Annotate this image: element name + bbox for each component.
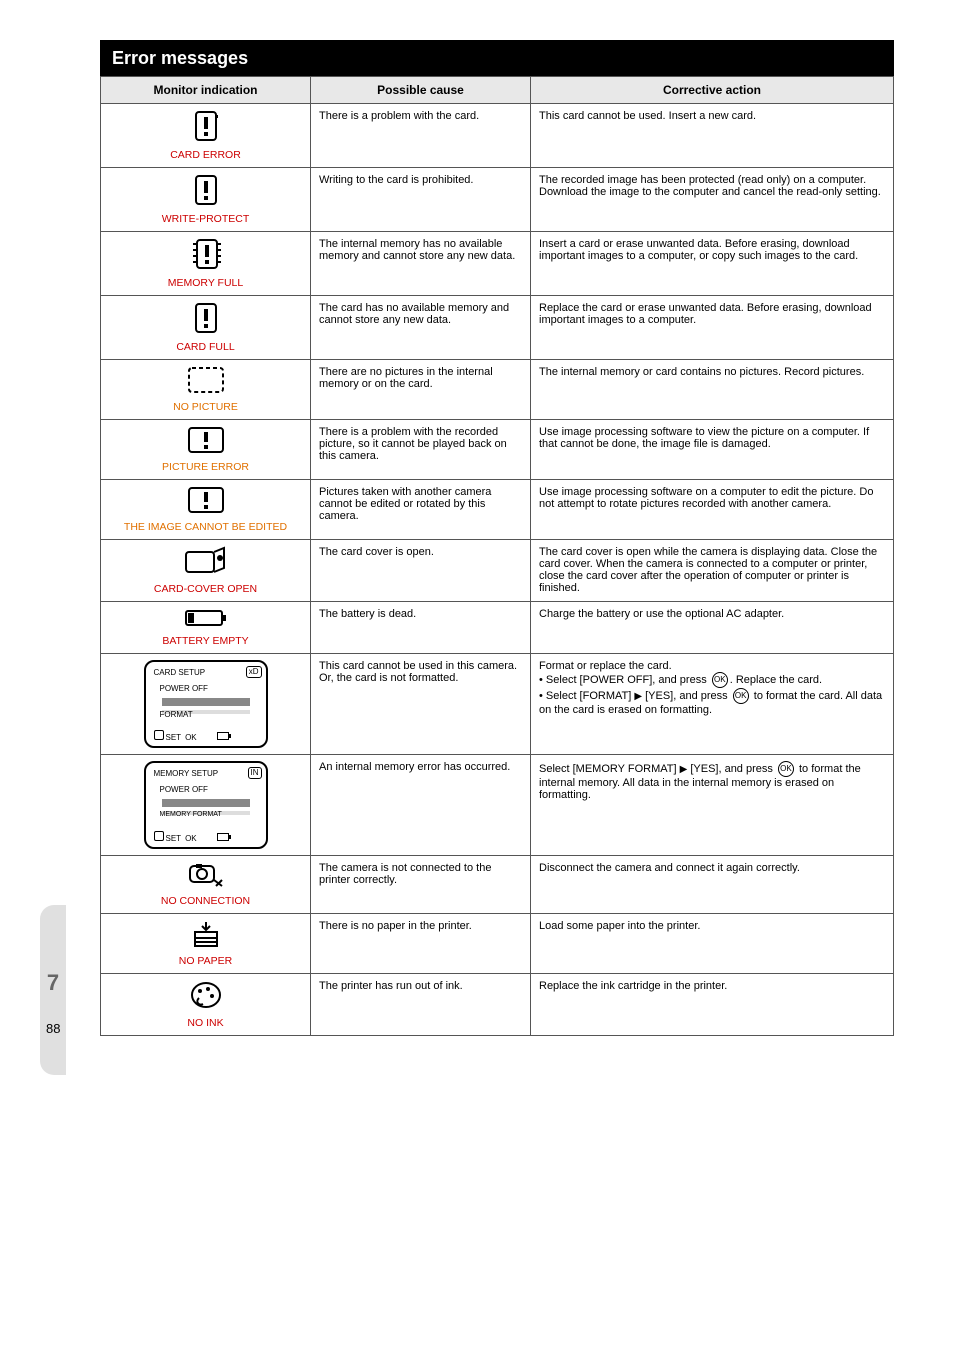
action-text: [YES], and press: [687, 763, 776, 775]
table-row: NO PAPER There is no paper in the printe…: [101, 914, 894, 974]
indicator-label: NO PAPER: [109, 955, 302, 967]
table-row: CARD FULL The card has no available memo…: [101, 296, 894, 360]
cause-cell: The internal memory has no available mem…: [311, 232, 531, 296]
cause-cell: The card has no available memory and can…: [311, 296, 531, 360]
indicator-label: WRITE-PROTECT: [109, 213, 302, 225]
action-cell: Replace the card or erase unwanted data.…: [531, 296, 894, 360]
no-picture-icon: [187, 366, 225, 397]
indicator-label: CARD ERROR: [109, 149, 302, 161]
action-text: Select [FORMAT]: [546, 690, 634, 702]
cause-cell: There is a problem with the card.: [311, 104, 531, 168]
table-row: CARD-COVER OPEN The card cover is open. …: [101, 540, 894, 602]
table-row: IN MEMORY SETUP POWER OFF MEMORY FORMAT …: [101, 755, 894, 856]
action-cell: The card cover is open while the camera …: [531, 540, 894, 602]
action-cell: This card cannot be used. Insert a new c…: [531, 104, 894, 168]
section-title: Error messages: [112, 48, 248, 68]
indicator-label: CARD-COVER OPEN: [109, 583, 302, 595]
action-cell: Use image processing software on a compu…: [531, 480, 894, 540]
action-cell: Insert a card or erase unwanted data. Be…: [531, 232, 894, 296]
indicator-label: NO PICTURE: [109, 401, 302, 413]
indicator-label: THE IMAGE CANNOT BE EDITED: [109, 521, 302, 533]
table-row: NO PICTURE There are no pictures in the …: [101, 360, 894, 420]
action-cell: Load some paper into the printer.: [531, 914, 894, 974]
ok-button-icon: OK: [733, 688, 749, 704]
indicator-label: NO CONNECTION: [109, 895, 302, 907]
table-row: THE IMAGE CANNOT BE EDITED Pictures take…: [101, 480, 894, 540]
no-paper-icon: [191, 920, 221, 951]
cause-cell: This card cannot be used in this camera.…: [311, 654, 531, 755]
ok-button-icon: OK: [778, 761, 794, 777]
table-row: NO INK The printer has run out of ink. R…: [101, 974, 894, 1036]
table-row: WRITE-PROTECT Writing to the card is pro…: [101, 168, 894, 232]
cause-cell: Pictures taken with another camera canno…: [311, 480, 531, 540]
picture-error-icon: [187, 426, 225, 457]
table-row: PICTURE ERROR There is a problem with th…: [101, 420, 894, 480]
action-cell: The recorded image has been protected (r…: [531, 168, 894, 232]
table-header-row: Monitor indication Possible cause Correc…: [101, 77, 894, 104]
cause-cell: There are no pictures in the internal me…: [311, 360, 531, 420]
xd-badge: xD: [246, 666, 262, 678]
side-chapter-number: 7: [40, 970, 66, 996]
error-table: Monitor indication Possible cause Correc…: [100, 76, 894, 1036]
indicator-label: BATTERY EMPTY: [109, 635, 302, 647]
lcd-memory-setup-icon: IN MEMORY SETUP POWER OFF MEMORY FORMAT …: [144, 761, 268, 849]
right-arrow-icon: [634, 690, 642, 702]
action-cell: Disconnect the camera and connect it aga…: [531, 856, 894, 914]
action-cell: Use image processing software to view th…: [531, 420, 894, 480]
cause-cell: There is a problem with the recorded pic…: [311, 420, 531, 480]
action-cell: Charge the battery or use the optional A…: [531, 602, 894, 654]
cause-cell: The battery is dead.: [311, 602, 531, 654]
no-connection-icon: [186, 862, 226, 891]
table-row: NO CONNECTION The camera is not connecte…: [101, 856, 894, 914]
picture-error-icon: [187, 486, 225, 517]
in-badge: IN: [248, 767, 262, 779]
action-text: . Replace the card.: [730, 674, 822, 686]
table-row: xD CARD SETUP POWER OFF FORMAT SETOK Thi…: [101, 654, 894, 755]
indicator-label: MEMORY FULL: [109, 277, 302, 289]
indicator-label: PICTURE ERROR: [109, 461, 302, 473]
no-ink-icon: [189, 980, 223, 1013]
action-cell: Replace the ink cartridge in the printer…: [531, 974, 894, 1036]
page-number: 88: [46, 1021, 60, 1036]
cover-open-icon: [184, 546, 228, 579]
indicator-label: CARD FULL: [109, 341, 302, 353]
table-row: MEMORY FULL The internal memory has no a…: [101, 232, 894, 296]
action-text: Select [MEMORY FORMAT]: [539, 763, 680, 775]
action-text: Select [POWER OFF], and press: [546, 674, 710, 686]
col-header-action: Corrective action: [531, 77, 894, 104]
action-cell: Select [MEMORY FORMAT] [YES], and press …: [531, 755, 894, 856]
card-warn-icon: [192, 174, 220, 209]
cause-cell: The camera is not connected to the print…: [311, 856, 531, 914]
cause-cell: The printer has run out of ink.: [311, 974, 531, 1036]
action-cell: The internal memory or card contains no …: [531, 360, 894, 420]
ok-button-icon: OK: [712, 672, 728, 688]
col-header-indication: Monitor indication: [101, 77, 311, 104]
cause-cell: Writing to the card is prohibited.: [311, 168, 531, 232]
action-text: [YES], and press: [642, 690, 731, 702]
indicator-label: NO INK: [109, 1017, 302, 1029]
table-row: CARD ERROR There is a problem with the c…: [101, 104, 894, 168]
card-warn-icon: [192, 302, 220, 337]
battery-empty-icon: [184, 608, 228, 631]
col-header-cause: Possible cause: [311, 77, 531, 104]
cause-cell: There is no paper in the printer.: [311, 914, 531, 974]
lcd-card-setup-icon: xD CARD SETUP POWER OFF FORMAT SETOK: [144, 660, 268, 748]
card-full-arrows-icon: [189, 238, 223, 273]
cause-cell: The card cover is open.: [311, 540, 531, 602]
action-cell: Format or replace the card. • Select [PO…: [531, 654, 894, 755]
section-title-bar: Error messages: [100, 40, 894, 76]
table-row: BATTERY EMPTY The battery is dead. Charg…: [101, 602, 894, 654]
action-text: Format or replace the card.: [539, 660, 672, 672]
card-warn-icon: [192, 110, 220, 145]
cause-cell: An internal memory error has occurred.: [311, 755, 531, 856]
